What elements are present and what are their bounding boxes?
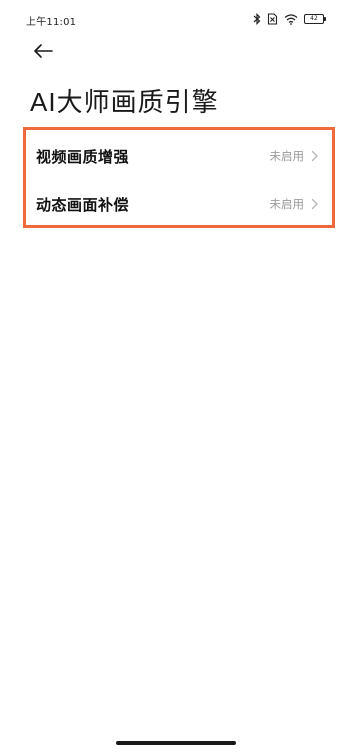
- status-time: 上午11:01: [26, 17, 77, 28]
- setting-status: 未启用: [269, 149, 305, 163]
- back-button[interactable]: [30, 40, 56, 66]
- settings-group-highlighted: 视频画质增强 未启用 动态画面补偿 未启用: [23, 127, 335, 228]
- no-sim-icon: [267, 10, 278, 29]
- home-indicator[interactable]: [116, 741, 236, 745]
- chevron-right-icon: [310, 149, 320, 163]
- status-bar: 上午11:01 42: [0, 0, 350, 36]
- wifi-icon: [284, 10, 298, 29]
- status-icons: 42: [253, 10, 326, 29]
- setting-status: 未启用: [269, 197, 305, 211]
- setting-motion-compensation[interactable]: 动态画面补偿 未启用: [26, 180, 332, 228]
- bluetooth-icon: [253, 10, 261, 29]
- battery-level: 42: [310, 15, 318, 22]
- battery-icon: 42: [304, 14, 326, 24]
- chevron-right-icon: [310, 197, 320, 211]
- back-arrow-icon: [33, 43, 53, 63]
- setting-label: 动态画面补偿: [36, 195, 130, 214]
- setting-video-enhancement[interactable]: 视频画质增强 未启用: [26, 132, 332, 180]
- setting-label: 视频画质增强: [36, 147, 130, 166]
- page-title: AI大师画质引擎: [30, 87, 219, 117]
